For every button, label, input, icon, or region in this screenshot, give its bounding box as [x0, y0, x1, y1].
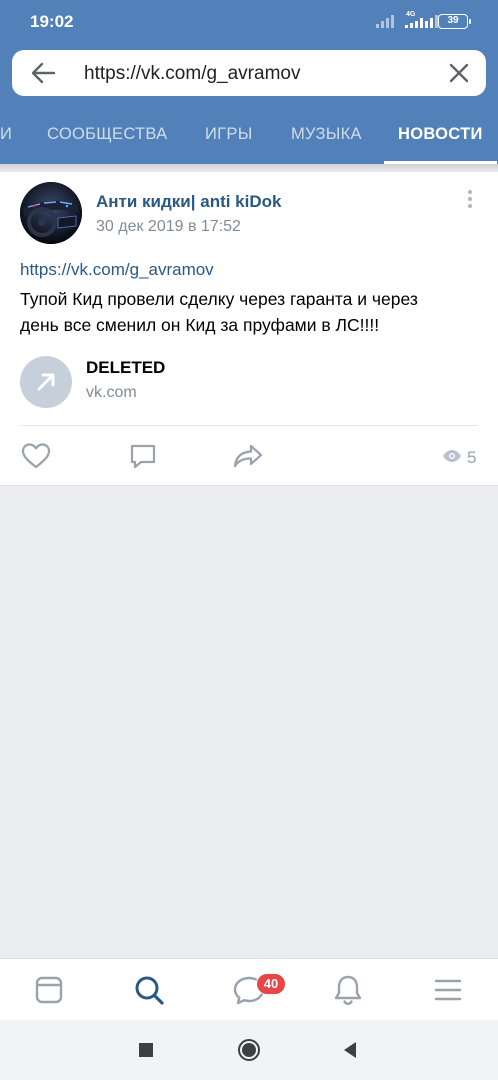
section-tabs: И СООБЩЕСТВА ИГРЫ МУЗЫКА НОВОСТИ: [0, 104, 498, 164]
news-post: Анти кидки| anti kiDok 30 дек 2019 в 17:…: [0, 172, 498, 486]
heart-icon[interactable]: [21, 442, 51, 470]
arrow-left-icon[interactable]: [30, 61, 56, 85]
battery-level: 39: [447, 15, 459, 26]
notifications-icon[interactable]: [331, 973, 365, 1007]
post-date[interactable]: 30 дек 2019 в 17:52: [96, 218, 241, 236]
signal-strength-icon: [376, 14, 394, 28]
eye-icon: [443, 450, 461, 462]
comment-icon[interactable]: [128, 442, 158, 470]
tab-communities[interactable]: СООБЩЕСТВА: [47, 104, 167, 164]
post-link[interactable]: https://vk.com/g_avramov: [20, 260, 214, 280]
share-icon[interactable]: [233, 442, 263, 470]
attachment-title[interactable]: DELETED: [86, 358, 165, 378]
post-text-line: Тупой Кид провели сделку через гаранта и…: [20, 289, 418, 309]
tab-news[interactable]: НОВОСТИ: [384, 104, 497, 164]
network-type: 4G: [406, 11, 416, 18]
feed-icon[interactable]: [32, 973, 66, 1007]
tab-games[interactable]: ИГРЫ: [205, 104, 253, 164]
tab-partial[interactable]: И: [0, 104, 12, 164]
battery-icon: 39: [438, 14, 471, 29]
status-bar: 19:02 4G 39: [0, 0, 498, 44]
signal-strength-3-icon: [420, 14, 438, 28]
status-time: 19:02: [30, 12, 74, 31]
home-icon[interactable]: [237, 1038, 261, 1062]
menu-icon[interactable]: [431, 973, 465, 1007]
post-text-line: день все сменил он Кид за пруфами в ЛС!!…: [20, 315, 380, 335]
close-icon[interactable]: [448, 62, 470, 84]
avatar[interactable]: [20, 182, 82, 244]
system-navigation-bar: [0, 1020, 498, 1080]
browser-toolbar: https://vk.com/g_avramov: [0, 44, 498, 104]
views-count: 5: [467, 448, 477, 467]
url-text[interactable]: https://vk.com/g_avramov: [84, 63, 300, 85]
tabs-shadow: [0, 164, 498, 172]
attachment-domain: vk.com: [86, 384, 137, 401]
bottom-navigation: 40: [0, 958, 498, 1020]
post-author[interactable]: Анти кидки| anti kiDok: [96, 192, 281, 212]
search-icon[interactable]: [132, 973, 166, 1007]
more-options-icon[interactable]: [460, 190, 480, 212]
tab-music[interactable]: МУЗЫКА: [291, 104, 362, 164]
address-bar[interactable]: https://vk.com/g_avramov: [12, 50, 486, 96]
car-interior-image: [20, 182, 82, 244]
back-triangle-icon[interactable]: [338, 1038, 362, 1062]
messages-badge: 40: [256, 973, 286, 995]
post-text: Тупой Кид провели сделку через гаранта и…: [20, 286, 480, 338]
divider: [20, 425, 478, 426]
recents-icon[interactable]: [134, 1038, 158, 1062]
external-link-arrow-icon[interactable]: [20, 356, 72, 408]
